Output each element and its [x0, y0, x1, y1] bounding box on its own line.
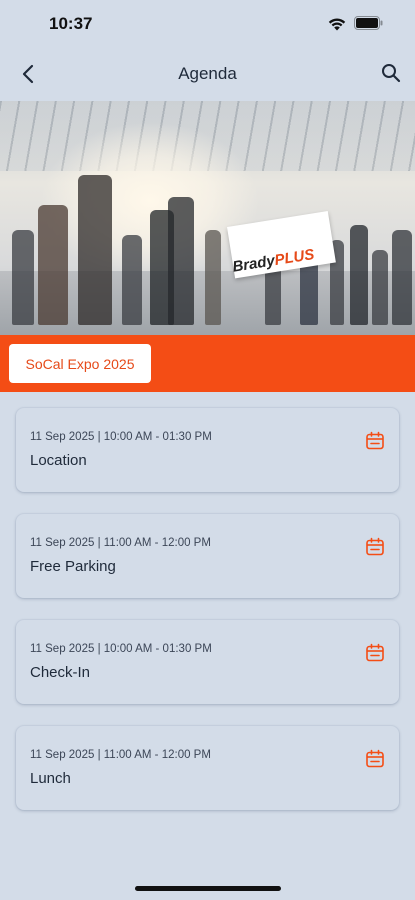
- event-chip[interactable]: SoCal Expo 2025: [9, 344, 151, 383]
- calendar-icon[interactable]: [365, 643, 385, 663]
- agenda-datetime: 11 Sep 2025 | 10:00 AM - 01:30 PM: [30, 431, 212, 443]
- agenda-datetime: 11 Sep 2025 | 10:00 AM - 01:30 PM: [30, 643, 212, 655]
- agenda-title: Free Parking: [30, 558, 116, 575]
- agenda-title: Location: [30, 452, 87, 469]
- agenda-card[interactable]: 11 Sep 2025 | 10:00 AM - 01:30 PM Check-…: [16, 620, 399, 704]
- home-indicator[interactable]: [135, 886, 281, 891]
- page-title: Agenda: [178, 64, 237, 83]
- agenda-title: Check-In: [30, 664, 91, 681]
- status-time: 10:37: [49, 14, 93, 33]
- hero-image: BradyPLUS: [0, 101, 415, 335]
- calendar-icon[interactable]: [365, 749, 385, 769]
- agenda-card[interactable]: 11 Sep 2025 | 11:00 AM - 12:00 PM Lunch: [16, 726, 399, 810]
- agenda-card[interactable]: 11 Sep 2025 | 11:00 AM - 12:00 PM Free P…: [16, 514, 399, 598]
- agenda-title: Lunch: [30, 770, 71, 787]
- event-band: SoCal Expo 2025: [0, 335, 415, 392]
- search-icon[interactable]: [380, 62, 402, 84]
- nav-bar: Agenda: [0, 50, 415, 100]
- calendar-icon[interactable]: [365, 537, 385, 557]
- calendar-icon[interactable]: [365, 431, 385, 451]
- battery-icon: [354, 16, 383, 30]
- status-bar: 10:37: [0, 0, 415, 50]
- agenda-datetime: 11 Sep 2025 | 11:00 AM - 12:00 PM: [30, 537, 211, 549]
- agenda-card[interactable]: 11 Sep 2025 | 10:00 AM - 01:30 PM Locati…: [16, 408, 399, 492]
- agenda-datetime: 11 Sep 2025 | 11:00 AM - 12:00 PM: [30, 749, 211, 761]
- wifi-icon: [328, 18, 346, 31]
